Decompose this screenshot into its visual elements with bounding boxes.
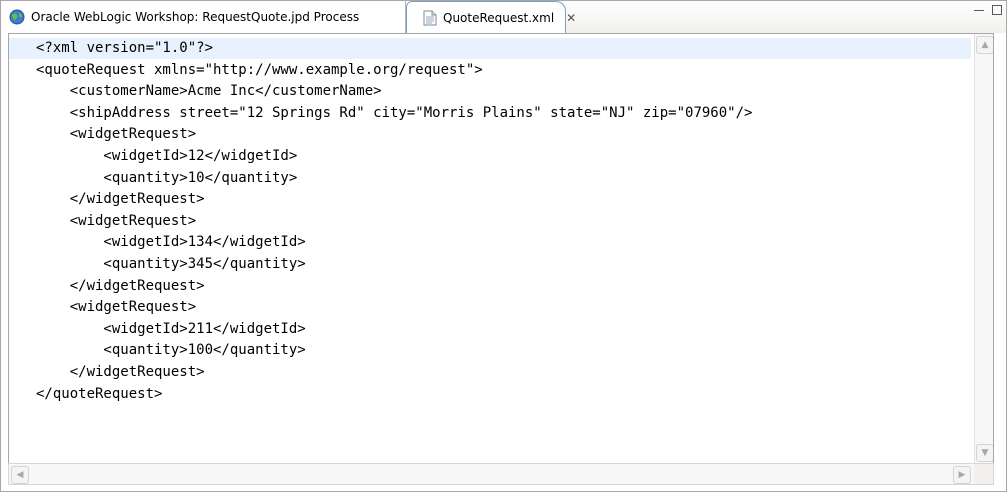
code-line[interactable]: </widgetRequest> — [36, 189, 752, 211]
xml-editor[interactable]: <?xml version="1.0"?> <quoteRequest xmlns… — [8, 33, 994, 465]
xml-source[interactable]: <?xml version="1.0"?> <quoteRequest xmlns… — [36, 38, 752, 405]
tab-bar: Oracle WebLogic Workshop: RequestQuote.j… — [1, 1, 1006, 34]
code-line[interactable]: <shipAddress street="12 Springs Rd" city… — [36, 103, 753, 125]
code-line[interactable]: <widgetRequest> — [36, 297, 752, 319]
tab-label: QuoteRequest.xml — [443, 11, 555, 25]
code-line[interactable]: <quantity>100</quantity> — [36, 340, 752, 362]
close-icon[interactable]: ✕ — [566, 11, 576, 25]
code-line[interactable]: <widgetRequest> — [36, 124, 752, 146]
code-line[interactable]: </quoteRequest> — [36, 384, 752, 406]
globe-icon — [9, 9, 25, 25]
scroll-down-icon[interactable]: ▼ — [976, 444, 993, 462]
code-line[interactable]: </widgetRequest> — [36, 276, 752, 298]
tab-quoterequest-xml[interactable]: QuoteRequest.xml ✕ — [406, 1, 576, 34]
maximize-icon[interactable] — [992, 5, 1002, 15]
scrollbar-corner — [974, 464, 993, 484]
code-line[interactable]: <widgetId>211</widgetId> — [36, 319, 752, 341]
code-line[interactable]: <quantity>10</quantity> — [36, 168, 752, 190]
minimize-icon[interactable] — [974, 5, 984, 15]
code-line[interactable]: <widgetId>134</widgetId> — [36, 232, 752, 254]
scroll-right-icon[interactable]: ▶ — [953, 466, 971, 484]
horizontal-scrollbar[interactable]: ◀ ▶ — [8, 463, 994, 485]
tab-requestquote-process[interactable]: Oracle WebLogic Workshop: RequestQuote.j… — [1, 1, 406, 33]
xml-file-icon — [423, 10, 437, 26]
code-line[interactable]: <widgetRequest> — [36, 211, 752, 233]
view-controls — [974, 5, 1002, 15]
tab-label: Oracle WebLogic Workshop: RequestQuote.j… — [31, 10, 360, 24]
code-line[interactable]: </widgetRequest> — [36, 362, 752, 384]
scroll-left-icon[interactable]: ◀ — [11, 466, 29, 484]
code-line[interactable]: <customerName>Acme Inc</customerName> — [36, 81, 752, 103]
code-line[interactable]: <quantity>345</quantity> — [36, 254, 752, 276]
code-line[interactable]: <quoteRequest xmlns="http://www.example.… — [36, 60, 752, 82]
scroll-up-icon[interactable]: ▲ — [976, 36, 993, 54]
code-line[interactable]: <?xml version="1.0"?> — [36, 38, 752, 60]
code-line[interactable]: <widgetId>12</widgetId> — [36, 146, 752, 168]
editor-window: Oracle WebLogic Workshop: RequestQuote.j… — [0, 0, 1007, 492]
vertical-scrollbar[interactable]: ▲ ▼ — [974, 34, 993, 464]
